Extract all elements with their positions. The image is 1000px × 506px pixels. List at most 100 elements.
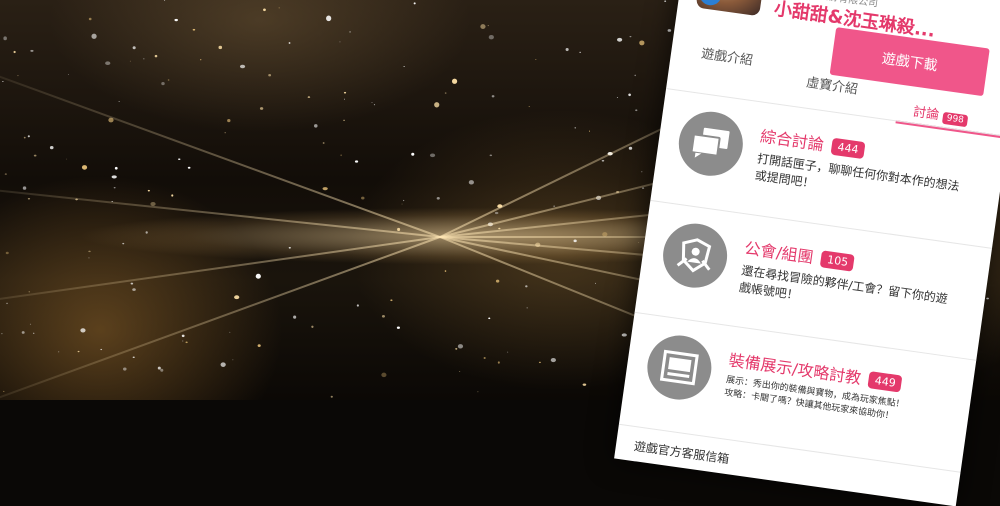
guild-shield-icon — [658, 219, 732, 292]
sparkle — [181, 334, 185, 338]
sparkle — [573, 239, 577, 243]
sparkle — [664, 0, 667, 3]
sparkle — [232, 359, 234, 361]
sparkle — [480, 24, 486, 29]
tab-game-intro[interactable]: 遊戲介紹 — [700, 43, 754, 69]
sparkle — [2, 81, 4, 82]
tab-label: 虛寶介紹 — [805, 75, 859, 98]
sparkle — [132, 46, 136, 50]
sparkle — [145, 231, 148, 234]
sparkle — [330, 395, 333, 398]
sparkle — [88, 257, 90, 259]
sparkle — [491, 95, 495, 98]
sparkle — [178, 158, 181, 160]
sparkle — [634, 74, 636, 77]
sparkle — [81, 165, 88, 170]
sparkle — [451, 78, 458, 84]
sparkle — [565, 48, 569, 52]
sparkle — [157, 366, 161, 370]
sparkle — [1, 333, 3, 335]
sparkle — [161, 81, 165, 86]
sparkle — [288, 42, 291, 44]
sparkle — [621, 333, 627, 337]
sparkle — [91, 33, 97, 39]
sparkle — [22, 186, 27, 190]
forum-count-badge: 449 — [867, 371, 903, 393]
sparkle — [30, 49, 34, 52]
sparkle — [361, 196, 365, 200]
sparkle — [229, 331, 231, 333]
sparkle — [494, 211, 499, 215]
sparkle — [23, 136, 26, 139]
sparkle — [6, 302, 9, 305]
sparkle — [5, 251, 9, 255]
phone-screen: GG 島網科技股份有限公司 小甜甜&沈玉琳殺... 遊戲下載 遊戲介紹 虛寶介紹… — [614, 0, 1000, 506]
tab-label: 遊戲介紹 — [700, 46, 754, 69]
sparkle — [314, 124, 318, 128]
sparkle — [413, 2, 416, 5]
sparkle — [601, 159, 605, 162]
sparkle — [27, 135, 30, 138]
sparkle — [33, 154, 37, 157]
sparkle — [488, 35, 494, 40]
sparkle — [164, 0, 166, 1]
sparkle — [224, 132, 226, 134]
sparkle — [174, 18, 178, 22]
sparkle — [344, 98, 345, 100]
sparkle — [457, 344, 464, 349]
sparkle — [629, 36, 632, 38]
sparkle — [444, 92, 447, 94]
sparkle — [77, 350, 80, 353]
sparkle — [58, 351, 60, 353]
sparkle — [3, 36, 7, 41]
sparkle — [628, 93, 631, 97]
sparkle — [28, 291, 30, 293]
sparkle — [411, 152, 415, 156]
sparkle — [132, 356, 135, 358]
sparkle — [373, 104, 376, 106]
sparkle — [220, 362, 226, 367]
sparkle — [88, 250, 91, 253]
forum-count-badge: 105 — [820, 250, 856, 272]
sparkle — [616, 97, 619, 99]
sparkle — [129, 60, 131, 62]
sparkle — [67, 74, 69, 75]
sparkle — [27, 198, 31, 200]
sparkle — [132, 288, 136, 291]
sparkle — [257, 344, 261, 347]
sparkle — [436, 197, 440, 200]
sparkle — [326, 15, 332, 22]
sparkle — [349, 31, 351, 33]
sparkle — [488, 317, 491, 320]
sparkle — [88, 17, 92, 21]
sparkle — [118, 100, 120, 102]
sparkle — [268, 74, 272, 77]
sparkle — [80, 328, 86, 333]
sparkle — [2, 390, 5, 392]
sparkle — [483, 357, 486, 359]
sparkle — [17, 75, 19, 77]
sparkle — [66, 158, 68, 160]
sparkle — [187, 166, 191, 169]
sparkle — [507, 351, 509, 353]
forum-count-badge: 444 — [830, 137, 866, 160]
sparkle — [635, 109, 638, 112]
gg-badge: GG — [698, 0, 724, 7]
equipment-display-icon — [643, 331, 716, 404]
sparkle — [167, 79, 170, 81]
sparkle — [371, 102, 373, 104]
sparkle — [429, 153, 436, 158]
sparkle — [33, 332, 35, 334]
sparkle — [667, 29, 672, 32]
sparkle — [582, 383, 587, 386]
sparkle — [227, 119, 231, 123]
sparkle — [434, 102, 440, 108]
forum-title-text: 綜合討論 — [759, 126, 826, 155]
tab-virtual-items[interactable]: 虛寶介紹 — [805, 72, 859, 98]
sparkle — [255, 273, 261, 279]
sparkle — [278, 7, 280, 9]
sparkle — [638, 242, 640, 243]
chat-bubbles-icon — [674, 107, 747, 180]
sparkle — [356, 304, 359, 307]
sparkle — [986, 297, 989, 300]
